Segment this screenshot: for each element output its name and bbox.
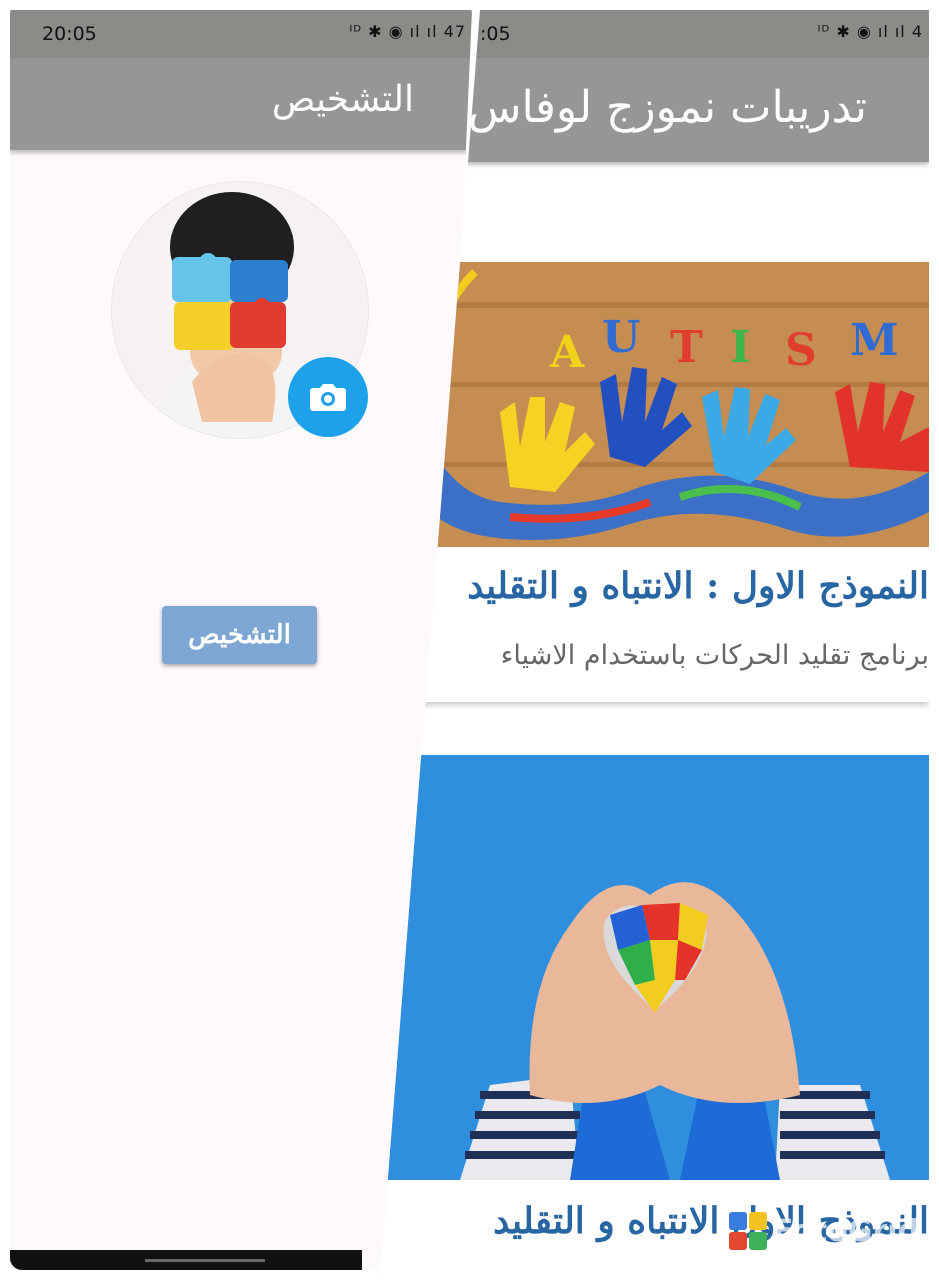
training-card-2[interactable]: النموذج الاول الانتباه و التقليد	[380, 755, 929, 1280]
status-icons: ᴵᴰ ✱ ◉ ıl ıl 4	[817, 22, 923, 41]
svg-text:M: M	[850, 315, 899, 366]
autism-hands-image: A U T I S M	[380, 262, 929, 547]
status-bar: 20:05 ᴵᴰ ✱ ◉ ıl ıl 47	[10, 10, 472, 58]
card-1-title: النموذج الاول : الانتباه و التقليد	[467, 565, 929, 607]
svg-text:A: A	[549, 327, 585, 378]
svg-text:U: U	[602, 312, 640, 363]
svg-text:I: I	[730, 322, 751, 373]
status-time: :05	[480, 23, 511, 45]
puzzle-heart-art	[380, 755, 929, 1180]
card-1-subtitle: برنامج تقليد الحركات باستخدام الاشياء	[500, 640, 929, 671]
change-photo-button[interactable]	[288, 357, 368, 437]
watermark-text: FotoGrid	[772, 1213, 919, 1249]
status-icons: ᴵᴰ ✱ ◉ ıl ıl 47	[349, 22, 466, 41]
puzzle-heart-image	[380, 755, 929, 1180]
training-card-1[interactable]: A U T I S M النموذج الاول : الانتباه و ا…	[380, 262, 929, 702]
fotogrid-logo-icon	[728, 1212, 767, 1250]
diagnose-button[interactable]: التشخيص	[162, 606, 317, 664]
system-nav-bar	[10, 1250, 362, 1270]
page-title: تدريبات نموزج لوفاس	[467, 81, 867, 133]
status-time: 20:05	[42, 23, 97, 45]
autism-image-art: A U T I S M	[380, 262, 929, 547]
svg-text:T: T	[670, 322, 703, 373]
home-indicator[interactable]	[145, 1259, 265, 1262]
fotogrid-watermark: FotoGrid	[728, 1212, 919, 1250]
app-bar: التشخيص	[10, 58, 472, 150]
camera-icon	[310, 384, 346, 411]
svg-text:S: S	[785, 325, 817, 376]
page-title: التشخيص	[271, 78, 414, 120]
